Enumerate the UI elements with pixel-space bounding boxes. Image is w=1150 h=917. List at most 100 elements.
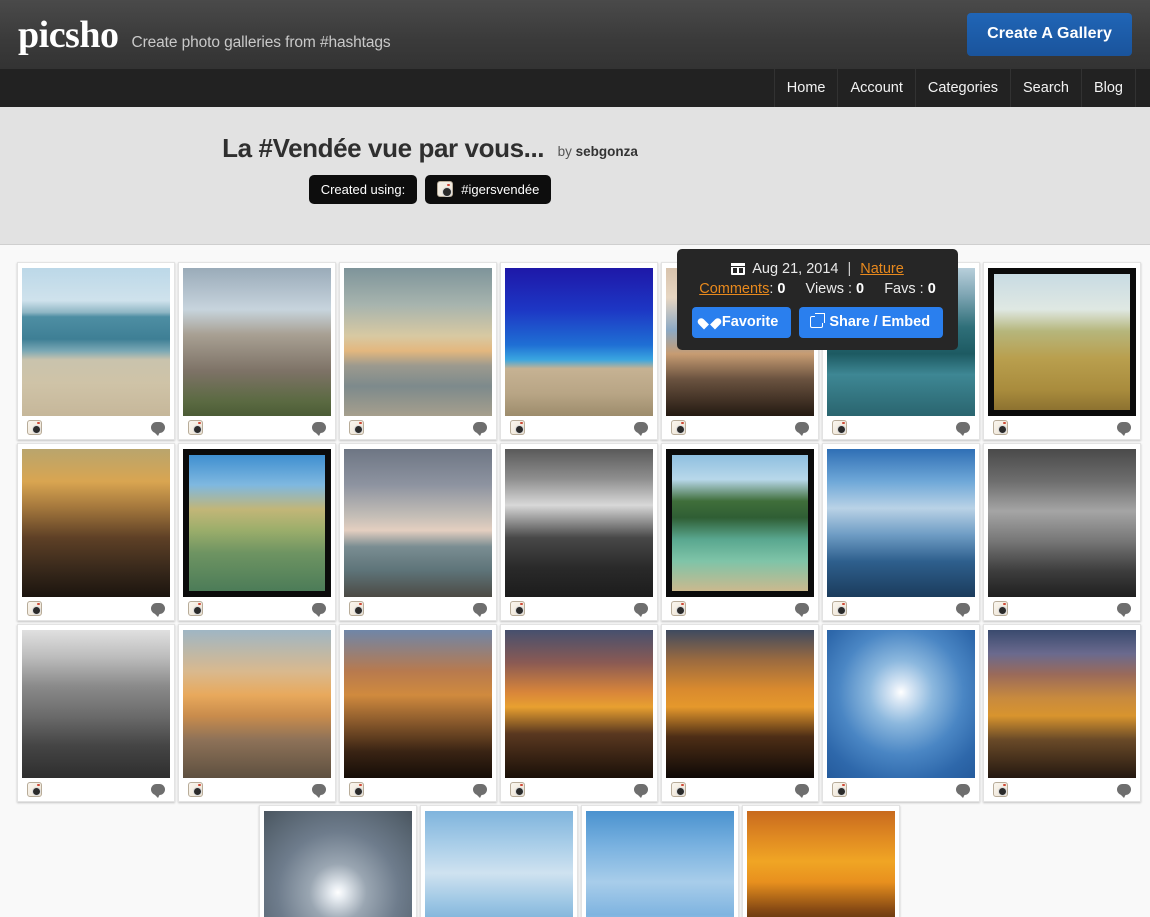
instagram-icon[interactable] [671,782,686,797]
instagram-icon[interactable] [349,782,364,797]
photo-thumbnail[interactable] [988,449,1136,597]
instagram-icon[interactable] [993,601,1008,616]
comment-bubble-icon[interactable] [151,784,165,798]
instagram-icon[interactable] [671,420,686,435]
photo-card[interactable] [178,624,336,802]
comment-bubble-icon[interactable] [1117,422,1131,436]
photo-card[interactable] [259,805,417,917]
photo-card[interactable] [178,262,336,440]
photo-card[interactable] [339,443,497,621]
comment-bubble-icon[interactable] [795,603,809,617]
instagram-icon[interactable] [188,601,203,616]
comment-bubble-icon[interactable] [795,784,809,798]
photo-thumbnail[interactable] [505,630,653,778]
instagram-icon[interactable] [27,420,42,435]
photo-card[interactable] [339,624,497,802]
comment-bubble-icon[interactable] [634,784,648,798]
photo-card[interactable] [178,443,336,621]
comment-bubble-icon[interactable] [151,603,165,617]
photo-thumbnail[interactable] [22,268,170,416]
photo-thumbnail[interactable] [22,630,170,778]
comment-bubble-icon[interactable] [151,422,165,436]
photo-thumbnail[interactable] [425,811,573,917]
source-hashtag-badge[interactable]: #igersvendée [425,175,552,204]
comment-bubble-icon[interactable] [634,422,648,436]
nav-item-search[interactable]: Search [1010,69,1081,107]
favorite-button[interactable]: Favorite [691,307,792,338]
photo-thumbnail[interactable] [264,811,412,917]
comment-bubble-icon[interactable] [956,422,970,436]
photo-thumbnail[interactable] [827,630,975,778]
photo-card[interactable] [822,443,980,621]
photo-thumbnail[interactable] [344,449,492,597]
instagram-icon[interactable] [671,601,686,616]
photo-card[interactable] [500,262,658,440]
comment-bubble-icon[interactable] [473,603,487,617]
create-a-gallery-button[interactable]: Create A Gallery [967,13,1132,56]
comment-bubble-icon[interactable] [795,422,809,436]
photo-card[interactable] [661,443,819,621]
photo-thumbnail[interactable] [666,449,814,597]
instagram-icon[interactable] [349,601,364,616]
photo-card[interactable] [17,624,175,802]
photo-thumbnail[interactable] [747,811,895,917]
nav-item-account[interactable]: Account [837,69,914,107]
photo-card[interactable] [581,805,739,917]
photo-card[interactable] [822,624,980,802]
photo-card[interactable] [500,624,658,802]
brand[interactable]: picsho Create photo galleries from #hash… [18,16,391,54]
photo-card[interactable] [420,805,578,917]
instagram-icon[interactable] [832,782,847,797]
gallery-category-link[interactable]: Nature [860,261,904,277]
instagram-icon[interactable] [832,601,847,616]
instagram-icon[interactable] [510,420,525,435]
comment-bubble-icon[interactable] [956,603,970,617]
comment-bubble-icon[interactable] [956,784,970,798]
instagram-icon[interactable] [832,420,847,435]
instagram-icon[interactable] [188,420,203,435]
site-logo[interactable]: picsho [18,16,119,54]
photo-card[interactable] [17,443,175,621]
instagram-icon[interactable] [993,420,1008,435]
nav-item-blog[interactable]: Blog [1080,69,1136,107]
instagram-icon[interactable] [510,601,525,616]
instagram-icon[interactable] [27,601,42,616]
photo-card[interactable] [742,805,900,917]
photo-thumbnail[interactable] [183,268,331,416]
comments-link[interactable]: Comments [699,281,769,297]
photo-thumbnail[interactable] [344,630,492,778]
author-name[interactable]: sebgonza [576,144,638,159]
comment-bubble-icon[interactable] [312,784,326,798]
photo-card[interactable] [983,624,1141,802]
photo-thumbnail[interactable] [344,268,492,416]
share-embed-button[interactable]: Share / Embed [799,307,944,338]
photo-card[interactable] [983,443,1141,621]
photo-thumbnail[interactable] [666,630,814,778]
photo-thumbnail[interactable] [183,449,331,597]
instagram-icon[interactable] [188,782,203,797]
photo-card[interactable] [500,443,658,621]
photo-thumbnail[interactable] [586,811,734,917]
comment-bubble-icon[interactable] [473,784,487,798]
comment-bubble-icon[interactable] [1117,784,1131,798]
comment-bubble-icon[interactable] [473,422,487,436]
instagram-icon[interactable] [510,782,525,797]
comment-bubble-icon[interactable] [312,422,326,436]
photo-thumbnail[interactable] [22,449,170,597]
comment-bubble-icon[interactable] [634,603,648,617]
instagram-icon[interactable] [27,782,42,797]
photo-thumbnail[interactable] [988,630,1136,778]
nav-item-categories[interactable]: Categories [914,69,1010,107]
photo-thumbnail[interactable] [827,449,975,597]
photo-card[interactable] [339,262,497,440]
instagram-icon[interactable] [993,782,1008,797]
photo-thumbnail[interactable] [505,268,653,416]
photo-card[interactable] [983,262,1141,440]
comment-bubble-icon[interactable] [1117,603,1131,617]
instagram-icon[interactable] [349,420,364,435]
photo-card[interactable] [17,262,175,440]
photo-thumbnail[interactable] [505,449,653,597]
comment-bubble-icon[interactable] [312,603,326,617]
nav-item-home[interactable]: Home [773,69,838,107]
photo-thumbnail[interactable] [988,268,1136,416]
